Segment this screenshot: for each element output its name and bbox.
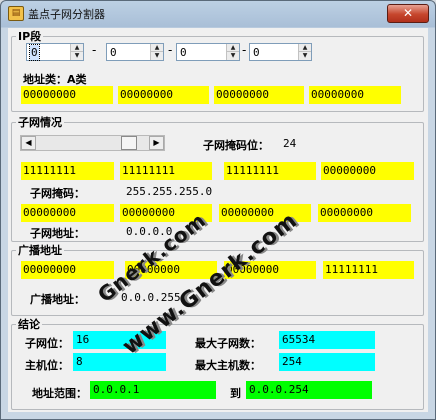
ip-binary-octet-3: 00000000 [214, 86, 304, 104]
octet-1-value[interactable]: 0 [29, 44, 40, 61]
result-legend: 结论 [18, 318, 40, 331]
octet-3-spinner[interactable]: 0 ▲ ▼ [176, 43, 240, 61]
mask-binary-octet-2: 11111111 [120, 162, 212, 180]
ip-binary-octet-4: 00000000 [309, 86, 401, 104]
max-subnets-label: 最大子网数： [195, 337, 261, 350]
subnet-address-label: 子网地址： [30, 227, 85, 240]
slider-left-arrow-icon[interactable]: ◀ [21, 136, 36, 150]
broadcast-address-label: 广播地址： [30, 293, 85, 306]
octet-1-up-icon[interactable]: ▲ [70, 44, 83, 52]
close-button[interactable]: ✕ [387, 4, 429, 23]
host-bits-value: 8 [73, 353, 166, 371]
octet-2-value[interactable]: 0 [110, 45, 117, 60]
app-window: ▤ 盖点子网分割器 ✕ IP段 0 ▲ ▼ - 0 ▲ ▼ - 0 ▲ ▼ - 0 ▲… [0, 0, 436, 420]
range-to-label: 到 [230, 387, 241, 400]
octet-3-value[interactable]: 0 [180, 45, 187, 60]
mask-binary-octet-1: 11111111 [21, 162, 114, 180]
mask-bits-slider[interactable]: ◀ ▶ [20, 135, 165, 151]
octet-1-spinner[interactable]: 0 ▲ ▼ [26, 43, 84, 61]
range-end-value: 0.0.0.254 [246, 381, 372, 399]
octet-4-spinner[interactable]: 0 ▲ ▼ [249, 43, 312, 61]
broadcast-binary-octet-4: 11111111 [323, 261, 414, 279]
octet-2-spinner[interactable]: 0 ▲ ▼ [106, 43, 164, 61]
broadcast-binary-octet-1: 00000000 [21, 261, 114, 279]
ip-segment-legend: IP段 [18, 30, 42, 43]
mask-bits-value: 24 [283, 137, 297, 150]
slider-right-arrow-icon[interactable]: ▶ [149, 136, 164, 150]
octet-4-down-icon[interactable]: ▼ [298, 52, 311, 60]
host-bits-label: 主机位： [25, 359, 69, 372]
ip-binary-octet-2: 00000000 [118, 86, 209, 104]
mask-binary-octet-4: 00000000 [321, 162, 414, 180]
subnet-mask-value: 255.255.255.0 [126, 185, 213, 198]
subnet-bits-label: 子网位： [25, 337, 69, 350]
subnet-legend: 子网情况 [18, 116, 62, 129]
slider-thumb[interactable] [121, 136, 137, 150]
max-hosts-value: 254 [279, 353, 375, 371]
octet-separator: - [168, 43, 173, 57]
broadcast-legend: 广播地址 [18, 244, 62, 257]
address-class-label: 地址类：A类 [23, 73, 87, 86]
ip-binary-octet-1: 00000000 [21, 86, 113, 104]
octet-3-down-icon[interactable]: ▼ [226, 52, 239, 60]
octet-2-down-icon[interactable]: ▼ [150, 52, 163, 60]
subnet-addr-binary-octet-4: 00000000 [318, 204, 411, 222]
mask-bits-label: 子网掩码位： [203, 139, 269, 152]
octet-separator: - [92, 43, 97, 57]
subnet-addr-binary-octet-3: 00000000 [219, 204, 311, 222]
mask-binary-octet-3: 11111111 [224, 162, 316, 180]
octet-3-up-icon[interactable]: ▲ [226, 44, 239, 52]
max-hosts-label: 最大主机数： [195, 359, 261, 372]
window-title: 盖点子网分割器 [28, 8, 105, 21]
subnet-addr-binary-octet-1: 00000000 [21, 204, 114, 222]
subnet-mask-label: 子网掩码： [30, 187, 85, 200]
address-range-label: 地址范围： [32, 387, 87, 400]
octet-4-up-icon[interactable]: ▲ [298, 44, 311, 52]
title-bar[interactable]: ▤ 盖点子网分割器 ✕ [1, 1, 435, 25]
octet-separator: - [242, 43, 247, 57]
range-start-value: 0.0.0.1 [90, 381, 216, 399]
max-subnets-value: 65534 [279, 331, 375, 349]
app-icon: ▤ [8, 6, 24, 21]
octet-4-value[interactable]: 0 [253, 45, 260, 60]
octet-2-up-icon[interactable]: ▲ [150, 44, 163, 52]
client-area: IP段 0 ▲ ▼ - 0 ▲ ▼ - 0 ▲ ▼ - 0 ▲ ▼ 地址类：A类 000… [8, 28, 428, 412]
octet-1-down-icon[interactable]: ▼ [70, 52, 83, 60]
